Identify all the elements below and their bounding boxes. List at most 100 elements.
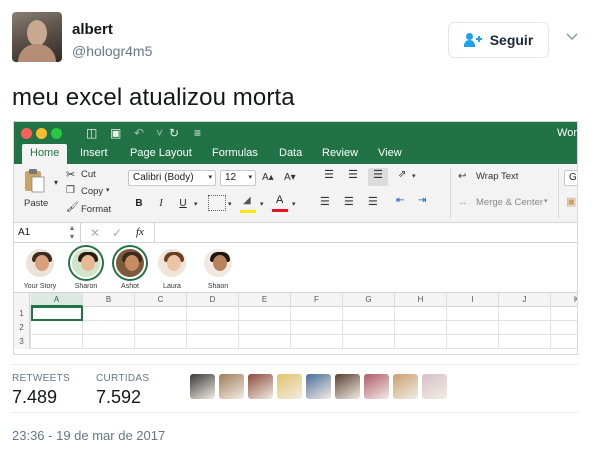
font-color-dropdown-icon[interactable]: ▾ (292, 200, 296, 208)
likes-label[interactable]: CURTIDAS (96, 373, 149, 384)
align-top-icon[interactable]: ☰ (320, 168, 338, 186)
align-bottom-icon[interactable]: ☰ (368, 168, 388, 186)
redo-icon[interactable]: ↻ (169, 126, 179, 140)
name-box[interactable]: A1 (18, 227, 30, 238)
enter-icon[interactable]: ✓ (112, 226, 122, 240)
name-box-stepper-icon[interactable]: ▴ ▾ (70, 223, 74, 241)
chevron-down-icon[interactable] (565, 30, 579, 44)
undo-dropdown-icon[interactable]: ˅ (156, 126, 163, 140)
column-header[interactable]: G (343, 293, 395, 307)
author-avatar[interactable] (12, 12, 62, 62)
liker-avatar[interactable] (422, 374, 447, 399)
fill-color-icon[interactable]: ◢ (240, 195, 258, 213)
currency-icon[interactable]: ▣ (566, 195, 576, 208)
borders-dropdown-icon[interactable]: ▾ (228, 200, 232, 208)
tab-home[interactable]: Home (22, 144, 68, 164)
increase-indent-icon[interactable]: ⇥ (418, 195, 426, 206)
tab-formulas[interactable]: Formulas (212, 147, 258, 159)
likes-count[interactable]: 7.592 (96, 387, 141, 408)
column-header[interactable]: D (187, 293, 239, 307)
column-header[interactable]: I (447, 293, 499, 307)
tab-data[interactable]: Data (279, 147, 302, 159)
story-item[interactable]: Shaon (194, 245, 242, 290)
decrease-indent-icon[interactable]: ⇤ (396, 195, 404, 206)
bold-button[interactable]: B (130, 196, 148, 212)
story-item[interactable]: Sharon (62, 245, 110, 290)
column-header[interactable]: E (239, 293, 291, 307)
row-header[interactable]: 1 (14, 307, 30, 321)
align-right-icon[interactable]: ☰ (368, 195, 378, 208)
align-left-icon[interactable]: ☰ (320, 195, 330, 208)
merge-center-icon[interactable]: ↔ (458, 197, 468, 208)
cancel-icon[interactable]: ✕ (90, 226, 100, 240)
number-format-select[interactable]: G (564, 170, 577, 186)
orientation-dropdown-icon[interactable]: ▾ (412, 172, 416, 180)
copy-dropdown-icon[interactable]: ▾ (106, 186, 110, 194)
cut-label[interactable]: Cut (81, 169, 96, 180)
underline-button[interactable]: U (174, 196, 192, 212)
liker-avatar[interactable] (364, 374, 389, 399)
selected-cell[interactable] (31, 306, 83, 321)
tab-page-layout[interactable]: Page Layout (130, 147, 192, 159)
story-item[interactable]: Laura (148, 245, 196, 290)
merge-center-label[interactable]: Merge & Center (476, 197, 543, 208)
maximize-window-icon[interactable] (51, 128, 62, 139)
format-label[interactable]: Format (81, 204, 111, 215)
copy-icon[interactable]: ❐ (66, 185, 75, 196)
paste-dropdown-icon[interactable]: ▾ (54, 178, 58, 187)
column-header[interactable]: H (395, 293, 447, 307)
author-handle[interactable]: @hologr4m5 (72, 43, 152, 59)
font-size-select[interactable]: 12 ▾ (220, 170, 256, 186)
paste-icon[interactable] (22, 168, 46, 193)
close-window-icon[interactable] (21, 128, 32, 139)
story-item[interactable]: Your Story (16, 245, 64, 290)
column-header[interactable]: J (499, 293, 551, 307)
copy-label[interactable]: Copy (81, 186, 103, 197)
customize-toolbar-icon[interactable]: ≡ (194, 126, 201, 140)
row-header[interactable]: 2 (14, 321, 30, 335)
sidebar-icon[interactable]: ◫ (86, 126, 97, 140)
align-middle-icon[interactable]: ☰ (344, 168, 362, 186)
align-center-icon[interactable]: ☰ (344, 195, 354, 208)
liker-avatar[interactable] (277, 374, 302, 399)
follow-button[interactable]: Seguir (448, 22, 549, 58)
font-name-select[interactable]: Calibri (Body) ▾ (128, 170, 216, 186)
column-header[interactable]: A (31, 293, 83, 307)
column-header[interactable]: K (551, 293, 577, 307)
liker-avatar[interactable] (393, 374, 418, 399)
save-icon[interactable]: ▣ (110, 126, 121, 140)
liker-avatar[interactable] (335, 374, 360, 399)
tab-view[interactable]: View (378, 147, 402, 159)
decrease-font-size-icon[interactable]: A▾ (284, 172, 296, 183)
column-header[interactable]: C (135, 293, 187, 307)
tab-insert[interactable]: Insert (80, 147, 108, 159)
insert-function-icon[interactable]: fx (136, 226, 144, 238)
liker-avatar[interactable] (306, 374, 331, 399)
increase-font-size-icon[interactable]: A▴ (262, 172, 274, 183)
select-all-corner[interactable] (14, 293, 30, 307)
borders-icon[interactable] (208, 195, 226, 211)
font-color-icon[interactable]: A (272, 194, 290, 212)
fill-color-dropdown-icon[interactable]: ▾ (260, 200, 264, 208)
tweet-media-image[interactable]: ◫ ▣ ↶ ˅ ↻ ≡ Wor Home Insert Page Layout … (13, 121, 578, 355)
minimize-window-icon[interactable] (36, 128, 47, 139)
italic-button[interactable]: I (152, 196, 170, 212)
paste-label[interactable]: Paste (24, 198, 48, 209)
column-header[interactable]: F (291, 293, 343, 307)
retweets-label[interactable]: RETWEETS (12, 373, 70, 384)
story-item[interactable]: Ashot (106, 245, 154, 290)
undo-icon[interactable]: ↶ (134, 126, 144, 140)
liker-avatar[interactable] (219, 374, 244, 399)
liker-avatar[interactable] (190, 374, 215, 399)
format-painter-icon[interactable]: 🖌 (66, 202, 79, 213)
row-header[interactable]: 3 (14, 335, 30, 349)
liker-avatar[interactable] (248, 374, 273, 399)
wrap-text-icon[interactable]: ↩ (458, 171, 466, 182)
wrap-text-label[interactable]: Wrap Text (476, 171, 518, 182)
orientation-icon[interactable]: ⇗ (398, 169, 406, 180)
underline-dropdown-icon[interactable]: ▾ (194, 200, 198, 208)
tweet-timestamp[interactable]: 23:36 - 19 de mar de 2017 (12, 428, 165, 443)
sheet-grid[interactable]: 123 (14, 306, 577, 354)
column-header[interactable]: B (83, 293, 135, 307)
author-display-name[interactable]: albert (72, 21, 113, 38)
